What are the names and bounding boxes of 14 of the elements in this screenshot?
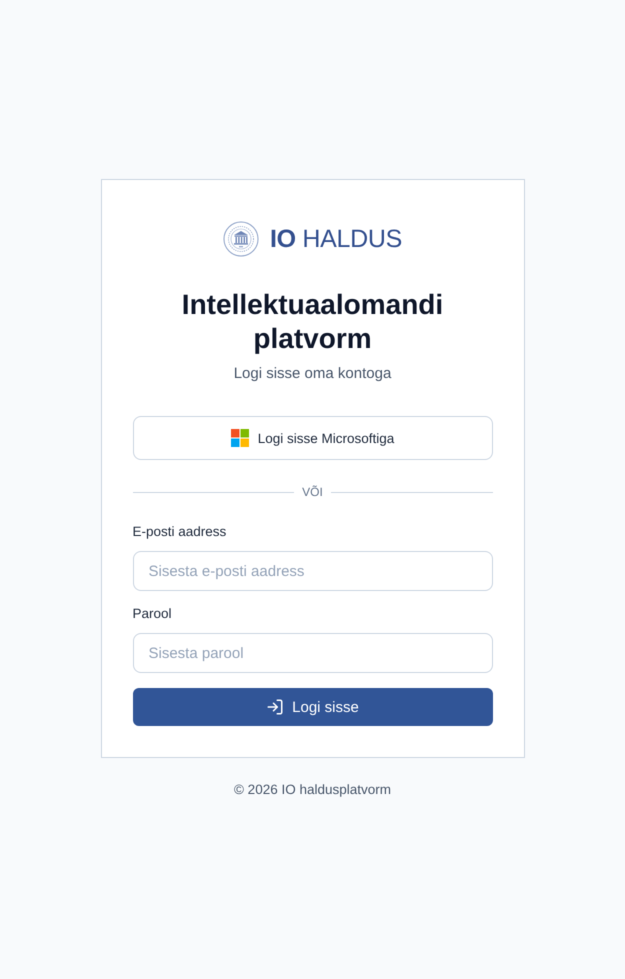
login-button[interactable]: Logi sisse xyxy=(132,688,492,726)
microsoft-login-button[interactable]: Logi sisse Microsoftiga xyxy=(132,416,492,460)
field-label: E-posti aadress xyxy=(132,523,228,541)
input-field[interactable]: Sisesta e-posti aadress xyxy=(132,551,492,591)
seal-icon xyxy=(222,221,259,257)
logo-wordmark: IO HALDUS xyxy=(270,224,402,254)
input-field[interactable]: Sisesta parool xyxy=(132,633,492,673)
divider-label: VÕI xyxy=(302,484,323,500)
page-subtitle: Logi sisse oma kontoga xyxy=(232,364,392,384)
field-label: Parool xyxy=(132,605,173,623)
footer-text: © 2026 IO haldusplatvorm xyxy=(234,781,392,799)
page-title: Intellektuaalomandi platvorm xyxy=(180,288,444,356)
windows-logo-icon xyxy=(230,429,249,447)
login-icon xyxy=(266,698,284,716)
